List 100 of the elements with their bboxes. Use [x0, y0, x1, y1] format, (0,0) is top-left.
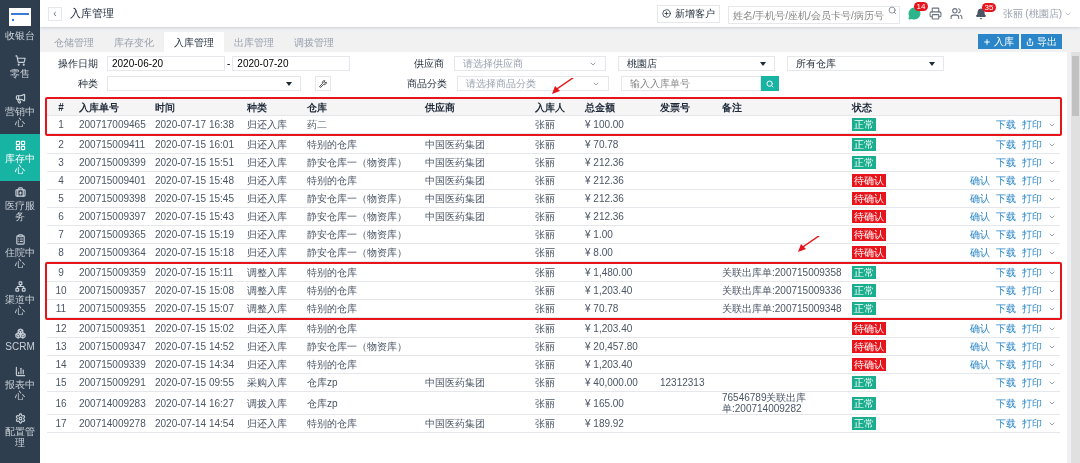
sidebar-item[interactable]: 零售	[0, 49, 40, 87]
table-cell: 张丽	[535, 323, 555, 334]
table-cell: 2020-07-14 14:54	[155, 418, 234, 429]
tab[interactable]: 仓储管理	[44, 32, 104, 52]
row-action-link[interactable]: 下载	[996, 193, 1016, 204]
date-to-field[interactable]: 2020-07-20	[232, 56, 351, 71]
order-number-field[interactable]: 输入入库单号	[621, 76, 761, 91]
back-button[interactable]: ‹	[48, 6, 62, 21]
row-action-link[interactable]: 打印	[1022, 397, 1042, 409]
tab[interactable]: 出库管理	[224, 32, 284, 52]
row-action-link[interactable]: 下载	[996, 267, 1016, 278]
table-cell: 张丽	[535, 119, 555, 130]
row-action-link[interactable]: 打印	[1022, 193, 1042, 204]
row-action-link[interactable]: 打印	[1022, 175, 1042, 186]
category-select[interactable]: 请选择商品分类	[457, 76, 609, 91]
row-action-link[interactable]: 下载	[996, 418, 1016, 429]
row-action-link[interactable]: 下载	[996, 247, 1016, 258]
row-action-link[interactable]: 确认	[970, 175, 990, 186]
row-action-link[interactable]: 打印	[1022, 267, 1042, 278]
search-field[interactable]: 姓名/手机号/座机/会员卡号/病历号	[727, 6, 900, 24]
row-action-link[interactable]: 确认	[970, 323, 990, 334]
table-cell: ¥ 1,203.40	[585, 323, 633, 334]
toolbar-button[interactable]: 导出	[1021, 34, 1062, 49]
tab[interactable]: 入库管理	[164, 32, 224, 52]
table-cell: 2020-07-15 09:55	[155, 377, 234, 388]
table-cell: 仓库zp	[307, 377, 338, 388]
row-action-link[interactable]: 下载	[996, 341, 1016, 352]
sidebar-item[interactable]: 配置管理	[0, 407, 40, 454]
status-badge: 待确认	[852, 322, 886, 335]
table-cell: 静安仓库一（物资库）	[307, 157, 407, 168]
table-cell: 张丽	[535, 211, 555, 222]
row-action-link[interactable]: 下载	[996, 229, 1016, 240]
status-badge: 正常	[852, 138, 876, 151]
table-cell: 200715009357	[79, 285, 146, 296]
user-menu[interactable]: 张丽 (桃園店)	[1002, 6, 1072, 21]
row-action-link[interactable]: 打印	[1022, 285, 1042, 296]
warehouse-select[interactable]: 所有仓库	[787, 56, 945, 71]
sidebar-item[interactable]: SCRM	[0, 322, 40, 360]
table-cell: 张丽	[535, 175, 555, 186]
row-action-link[interactable]: 下载	[996, 157, 1016, 168]
supplier-select[interactable]: 请选择供应商	[454, 56, 607, 71]
date-label: 操作日期	[57, 57, 98, 71]
row-action-link[interactable]: 下载	[996, 175, 1016, 186]
table-cell: 静安仓库一（物资库）	[307, 193, 407, 204]
row-action-link[interactable]: 下载	[996, 323, 1016, 334]
row-action-link[interactable]: 下载	[996, 377, 1016, 388]
row-action-link[interactable]: 打印	[1022, 359, 1042, 370]
row-action-link[interactable]: 下载	[996, 139, 1016, 150]
row-action-link[interactable]: 确认	[970, 341, 990, 352]
row-action-link[interactable]: 打印	[1022, 139, 1042, 150]
row-action-link[interactable]: 确认	[970, 247, 990, 258]
sidebar-item[interactable]: 库存中心	[0, 134, 40, 181]
table-cell: ¥ 100.00	[585, 119, 624, 130]
table-cell: 张丽	[535, 359, 555, 370]
table-cell: 9	[58, 267, 64, 278]
store-select[interactable]: 桃園店	[618, 56, 776, 71]
row-action-link[interactable]: 打印	[1022, 119, 1042, 130]
row-action-link[interactable]: 下载	[996, 119, 1016, 130]
sidebar-item[interactable]: 营销中心	[0, 87, 40, 134]
row-action-link[interactable]: 确认	[970, 211, 990, 222]
tab[interactable]: 库存变化	[104, 32, 164, 52]
table-cell: 特别的仓库	[307, 303, 357, 314]
row-action-link[interactable]: 下载	[996, 285, 1016, 296]
table-cell: 张丽	[535, 247, 555, 258]
table-cell: 2020-07-15 15:43	[155, 211, 234, 222]
table-cell: 200715009399	[79, 157, 146, 168]
table-cell: 4	[58, 175, 64, 186]
row-action-link[interactable]: 打印	[1022, 377, 1042, 388]
row-action-link[interactable]: 下载	[996, 303, 1016, 314]
sidebar-item[interactable]: 住院中心	[0, 228, 40, 275]
table-cell: 静安仓库一（物资库）	[307, 341, 407, 352]
table-cell: 15	[55, 377, 67, 388]
status-badge: 待确认	[852, 228, 886, 241]
table-cell: 200715009359	[79, 267, 146, 278]
row-action-link[interactable]: 下载	[996, 359, 1016, 370]
tab[interactable]: 调拨管理	[284, 32, 344, 52]
row-action-link[interactable]: 确认	[970, 193, 990, 204]
supplier-label: 供应商	[413, 57, 445, 71]
sidebar-item[interactable]: 渠道中心	[0, 275, 40, 322]
row-action-link[interactable]: 打印	[1022, 323, 1042, 334]
row-action-link[interactable]: 打印	[1022, 341, 1042, 352]
table-cell: 张丽	[535, 139, 555, 150]
row-action-link[interactable]: 打印	[1022, 247, 1042, 258]
date-from-field[interactable]: 2020-06-20	[107, 56, 225, 71]
row-action-link[interactable]: 下载	[996, 397, 1016, 409]
row-action-link[interactable]: 确认	[970, 229, 990, 240]
sidebar-item[interactable]: 报表中心	[0, 360, 40, 407]
row-action-link[interactable]: 打印	[1022, 211, 1042, 222]
toolbar-button[interactable]: 入库	[978, 34, 1019, 49]
table-cell: 张丽	[535, 377, 555, 388]
row-action-link[interactable]: 打印	[1022, 157, 1042, 168]
row-action-link[interactable]: 打印	[1022, 229, 1042, 240]
sidebar-item[interactable]: 医疗服务	[0, 181, 40, 228]
row-action-link[interactable]: 下载	[996, 211, 1016, 222]
new-customer-button[interactable]: 新增客户	[656, 4, 720, 23]
row-action-link[interactable]: 确认	[970, 359, 990, 370]
row-action-link[interactable]: 打印	[1022, 303, 1042, 314]
row-action-link[interactable]: 打印	[1022, 418, 1042, 429]
table-cell: 张丽	[535, 267, 555, 278]
table-cell: ¥ 1,203.40	[585, 359, 633, 370]
